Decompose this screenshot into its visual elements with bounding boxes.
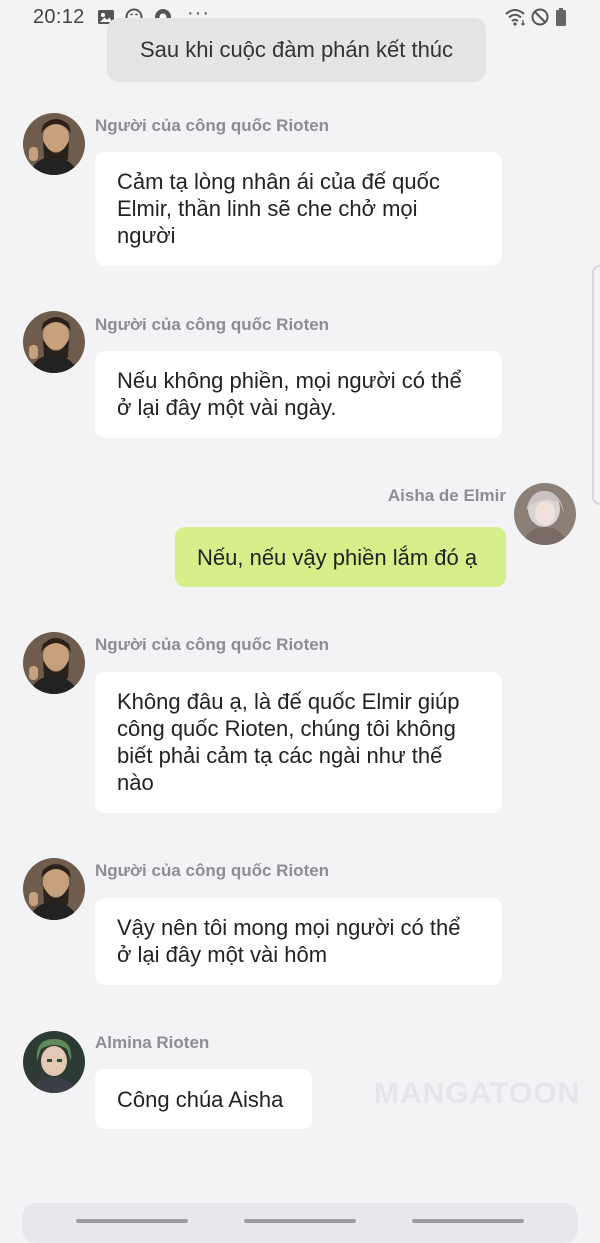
do-not-disturb-icon	[531, 8, 549, 26]
message-line: Cảm tạ lòng nhân ái của đế quốc	[117, 169, 440, 194]
message-bubble: Nếu không phiền, mọi người có thể ở lại …	[95, 351, 502, 438]
avatar[interactable]	[23, 632, 85, 694]
avatar[interactable]	[514, 483, 576, 545]
avatar[interactable]	[23, 858, 85, 920]
nav-back-button[interactable]	[412, 1219, 524, 1223]
scroll-handle[interactable]	[592, 265, 600, 505]
speaker-name: Người của công quốc Rioten	[95, 861, 330, 880]
nav-recents-button[interactable]	[76, 1219, 188, 1223]
nav-home-button[interactable]	[244, 1219, 356, 1223]
message-line: công quốc Rioten, chúng tôi không	[117, 716, 456, 741]
message-line: Công chúa Aisha	[117, 1087, 284, 1112]
speaker-name: Almina Rioten	[95, 1033, 210, 1052]
message-bubble: Không đâu ạ, là đế quốc Elmir giúp công …	[95, 672, 502, 813]
avatar[interactable]	[23, 113, 85, 175]
battery-icon	[555, 8, 567, 26]
message-bubble: Công chúa Aisha	[95, 1069, 312, 1129]
watermark: MANGATOON	[374, 1077, 581, 1110]
message-line: biết phải cảm tạ các ngài như thế	[117, 743, 443, 768]
message-line: Nếu, nếu vậy phiền lắm đó ạ	[197, 545, 478, 570]
avatar[interactable]	[23, 1031, 85, 1093]
narration-box: Sau khi cuộc đàm phán kết thúc	[107, 18, 486, 82]
message-line: Elmir, thần linh sẽ che chở mọi	[117, 196, 418, 221]
message-line: ở lại đây một vài hôm	[117, 942, 328, 967]
message-line: Vậy nên tôi mong mọi người có thể	[117, 915, 461, 940]
message-line: người	[117, 223, 176, 248]
speaker-name: Người của công quốc Rioten	[95, 315, 330, 334]
speaker-name: Người của công quốc Rioten	[95, 116, 330, 135]
message-line: Nếu không phiền, mọi người có thể	[117, 368, 462, 393]
speaker-name: Người của công quốc Rioten	[95, 635, 330, 654]
speaker-name: Aisha de Elmir	[387, 486, 506, 505]
message-bubble: Nếu, nếu vậy phiền lắm đó ạ	[175, 527, 506, 587]
message-bubble: Vậy nên tôi mong mọi người có thể ở lại …	[95, 898, 502, 985]
message-bubble: Cảm tạ lòng nhân ái của đế quốc Elmir, t…	[95, 152, 502, 266]
message-line: Không đâu ạ, là đế quốc Elmir giúp	[117, 689, 460, 714]
message-line: nào	[117, 770, 154, 795]
message-line: ở lại đây một vài ngày.	[117, 395, 337, 420]
avatar[interactable]	[23, 311, 85, 373]
wifi-icon	[504, 8, 528, 26]
status-time: 20:12	[33, 6, 85, 28]
bottom-bar	[22, 1203, 578, 1243]
